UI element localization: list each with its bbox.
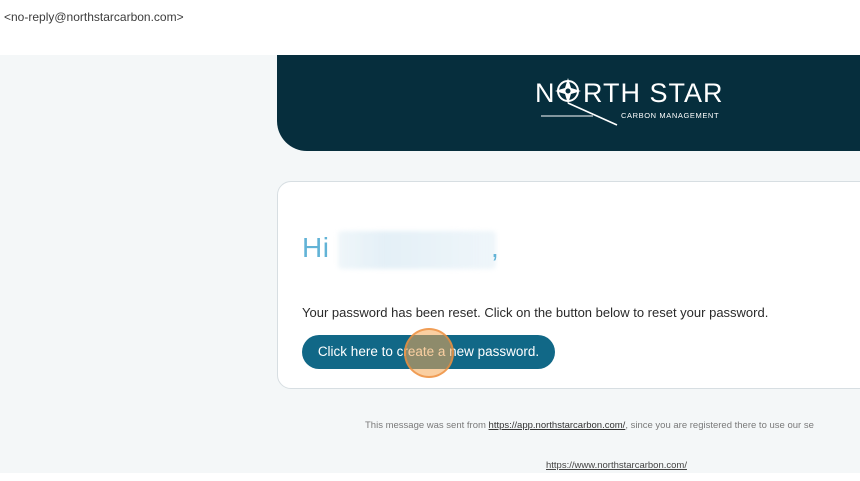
footer-notice: This message was sent from https://app.n… bbox=[365, 420, 814, 431]
logo-name-left: N bbox=[535, 78, 556, 108]
bottom-strip bbox=[0, 473, 860, 481]
email-view: <no-reply@northstarcarbon.com> N RTH STA… bbox=[0, 0, 860, 481]
north-star-logo: N RTH STAR CARBON MANAGEMENT bbox=[535, 78, 724, 126]
footer-suffix: , since you are registered there to use … bbox=[625, 420, 814, 431]
app-link[interactable]: https://app.northstarcarbon.com/ bbox=[489, 420, 626, 431]
website-link[interactable]: https://www.northstarcarbon.com/ bbox=[546, 460, 687, 471]
logo-name-right: RTH STAR bbox=[583, 78, 724, 108]
greeting-text: Hi bbox=[302, 232, 330, 263]
sender-address: <no-reply@northstarcarbon.com> bbox=[4, 10, 184, 24]
logo-tagline: CARBON MANAGEMENT bbox=[621, 111, 719, 120]
redacted-recipient-name bbox=[338, 231, 496, 269]
compass-star-icon bbox=[555, 78, 581, 104]
create-new-password-button[interactable]: Click here to create a new password. bbox=[302, 335, 555, 369]
reset-message: Your password has been reset. Click on t… bbox=[302, 305, 769, 320]
footer-prefix: This message was sent from bbox=[365, 420, 489, 431]
greeting-comma: , bbox=[491, 232, 499, 263]
